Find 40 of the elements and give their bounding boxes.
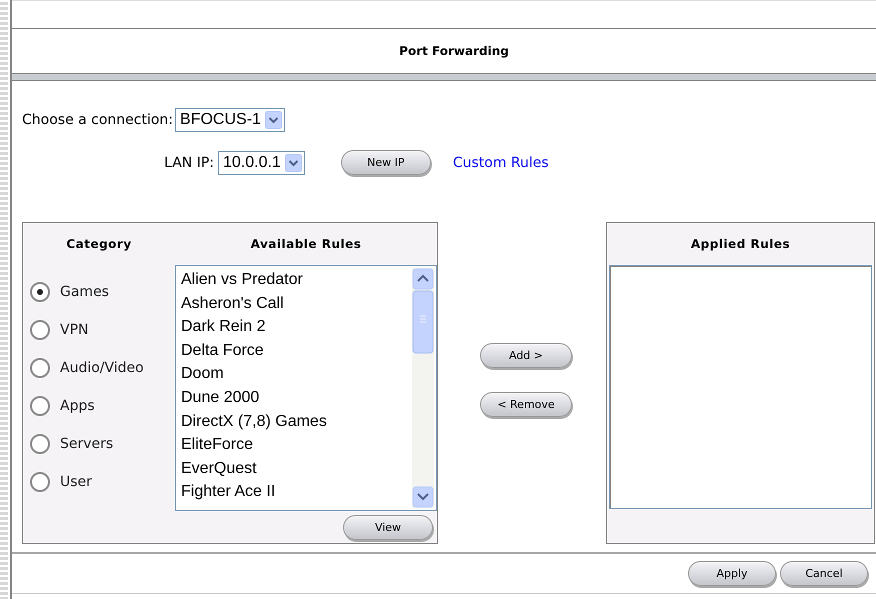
- scrollbar[interactable]: [412, 268, 434, 508]
- category-label: Games: [60, 284, 109, 300]
- rule-item[interactable]: Delta Force: [181, 338, 264, 362]
- category-heading: Category: [65, 236, 133, 253]
- category-label: Apps: [60, 398, 95, 414]
- view-button[interactable]: View: [343, 514, 433, 540]
- category-label: User: [60, 474, 92, 490]
- category-label: Servers: [60, 436, 114, 452]
- rule-item[interactable]: DirectX (7,8) Games: [181, 410, 327, 434]
- rule-item[interactable]: Dark Rein 2: [181, 315, 266, 339]
- radio-button[interactable]: [30, 434, 50, 454]
- cancel-button[interactable]: Cancel: [780, 561, 868, 586]
- category-label: VPN: [60, 322, 88, 338]
- rule-item[interactable]: Dune 2000: [181, 386, 260, 410]
- radio-button[interactable]: [30, 358, 50, 378]
- rule-item[interactable]: Fighter Ace II: [181, 480, 276, 504]
- radio-button[interactable]: [30, 282, 50, 302]
- remove-button[interactable]: < Remove: [480, 392, 572, 417]
- category-label: Audio/Video: [60, 360, 144, 376]
- new-ip-button[interactable]: New IP: [340, 150, 431, 175]
- lan-ip-dropdown[interactable]: 10.0.0.1: [218, 150, 305, 174]
- applied-rules-list[interactable]: [609, 265, 872, 509]
- available-rules-list[interactable]: Alien vs Predator Asheron's Call Dark Rein 2 Delta Force Doom Dune 2000 DirectX (7,8) Games EliteForce EverQuest Fighter Ace II: [175, 265, 437, 511]
- connection-label: Choose a connection:: [22, 112, 174, 128]
- rule-item[interactable]: Alien vs Predator: [181, 268, 303, 292]
- radio-button[interactable]: [30, 320, 50, 340]
- rule-item[interactable]: Doom: [181, 362, 224, 386]
- add-button[interactable]: Add >: [480, 343, 572, 368]
- page-title: Port Forwarding: [398, 43, 510, 60]
- connection-dropdown[interactable]: BFOCUS-1: [175, 108, 285, 132]
- radio-button[interactable]: [30, 396, 50, 416]
- apply-button[interactable]: Apply: [688, 561, 776, 586]
- rule-item[interactable]: EliteForce: [181, 433, 254, 457]
- lan-ip-label: LAN IP:: [163, 154, 215, 170]
- rule-item[interactable]: EverQuest: [181, 456, 257, 480]
- rule-item[interactable]: Asheron's Call: [181, 292, 284, 316]
- custom-rules-link[interactable]: Custom Rules: [452, 154, 549, 170]
- available-rules-heading: Available Rules: [250, 236, 362, 253]
- applied-rules-heading: Applied Rules: [690, 236, 792, 253]
- radio-button[interactable]: [30, 472, 50, 492]
